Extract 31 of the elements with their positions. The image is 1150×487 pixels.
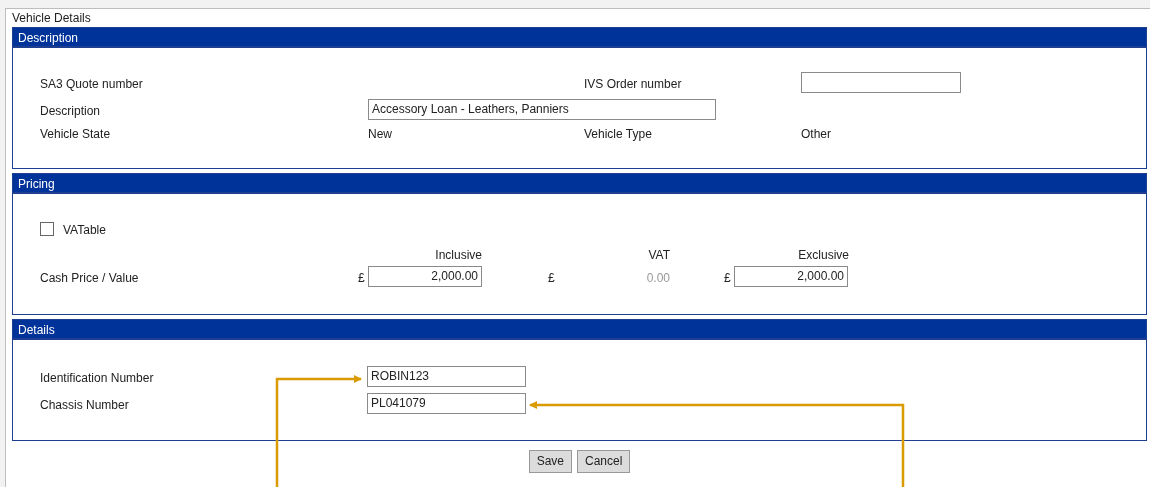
column-header: Exclusive — [798, 248, 849, 262]
form-button[interactable]: Save — [528, 450, 572, 473]
field-label: Identification Number — [40, 371, 154, 385]
currency-symbol: £ — [358, 271, 365, 285]
input-field[interactable]: 2,000.00 — [734, 266, 848, 287]
field-value: New — [368, 127, 392, 141]
page-title: Vehicle Details — [12, 11, 92, 25]
field-label: Vehicle State — [40, 127, 111, 141]
form-button[interactable]: Cancel — [577, 450, 631, 473]
section-header: Description — [13, 28, 1146, 48]
input-field[interactable] — [801, 72, 961, 93]
column-header: VAT — [648, 248, 670, 262]
input-field[interactable]: Accessory Loan - Leathers, Panniers — [368, 99, 716, 120]
field-label: Vehicle Type — [584, 127, 652, 141]
section-header: Details — [13, 320, 1146, 340]
field-label: VATable — [63, 223, 106, 237]
field-label: Chassis Number — [40, 398, 129, 412]
checkbox[interactable] — [40, 222, 54, 236]
input-field[interactable]: 2,000.00 — [368, 266, 482, 287]
column-header: Inclusive — [435, 248, 482, 262]
input-field[interactable]: ROBIN123 — [367, 366, 526, 387]
section-header: Pricing — [13, 174, 1146, 194]
field-label: IVS Order number — [584, 77, 682, 91]
field-label: Description — [40, 104, 101, 118]
currency-symbol: £ — [548, 271, 555, 285]
field-label: SA3 Quote number — [40, 77, 143, 91]
currency-symbol: £ — [724, 271, 731, 285]
field-value: 0.00 — [646, 271, 670, 285]
input-field[interactable]: PL041079 — [367, 393, 526, 414]
field-label: Cash Price / Value — [40, 271, 139, 285]
field-value: Other — [801, 127, 831, 141]
